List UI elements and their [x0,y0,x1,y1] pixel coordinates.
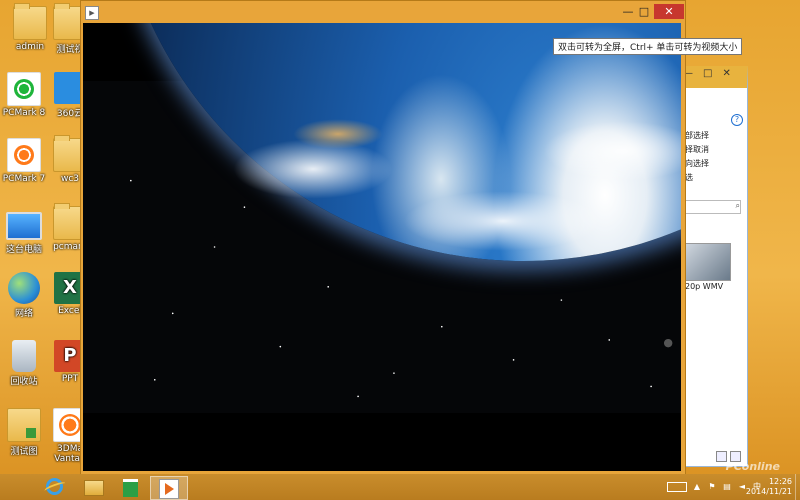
flag-icon[interactable]: ⚑ [707,482,717,492]
land-shape [293,119,383,149]
help-icon[interactable]: ? [731,114,743,126]
maximize-button[interactable]: □ [637,4,651,19]
upload-icon[interactable]: ▲ [692,482,702,492]
video-player-icon: ▶ [85,6,99,20]
keyboard-icon[interactable] [667,482,687,492]
clock-date: 2014/11/21 [745,487,792,496]
ribbon-select-all[interactable]: 部选择 [685,130,709,141]
file-explorer-icon [84,480,104,496]
video-frame: ● [83,23,681,413]
taskbar-internet-explorer[interactable] [36,476,72,498]
close-button[interactable]: ✕ [654,4,684,19]
taskbar-video-player[interactable] [150,476,188,500]
file-label[interactable]: 20p WMV [685,282,723,291]
explorer-close-button[interactable]: ✕ [722,68,730,79]
taskbar-file-explorer[interactable] [74,476,110,498]
video-player-window[interactable]: ▶ — □ ✕ ● [80,0,686,476]
cloud-shape [233,139,393,199]
show-desktop-button[interactable] [795,474,800,500]
cloud-shape [403,191,603,251]
apple-logo-icon: ● [663,336,673,349]
network-icon[interactable]: ▤ [722,482,732,492]
store-icon [123,479,138,497]
clock-time: 12:26 [768,477,792,486]
watermark: PConline [725,460,780,473]
video-player-icon [159,479,179,499]
taskbar: ▲ ⚑ ▤ ◄ 中 12:26 2014/11/21 [0,474,800,500]
computer-icon [6,212,42,240]
network-icon [8,272,40,304]
explorer-maximize-button[interactable]: □ [703,68,712,79]
pcmark7-icon [7,138,41,172]
pcmark8-icon [7,72,41,106]
folder-icon [7,408,41,442]
recycle-bin-icon [12,340,36,372]
ribbon-select-label: 选 [685,173,693,182]
ribbon-select-none[interactable]: 择取消 [685,144,709,155]
player-tooltip: 双击可转为全屏，Ctrl+ 单击可转为视频大小 [553,38,743,55]
taskbar-store[interactable] [112,476,148,498]
minimize-button[interactable]: — [621,4,635,19]
explorer-search-input[interactable]: ⌕ [683,200,741,214]
ribbon-invert-selection[interactable]: 向选择 [685,158,709,169]
video-area[interactable]: ● [83,23,681,471]
video-thumbnail[interactable] [685,243,731,281]
player-titlebar[interactable]: ▶ — □ ✕ [81,1,685,23]
search-icon: ⌕ [735,201,740,210]
clock[interactable]: 12:26 2014/11/21 [746,477,792,497]
explorer-title-buttons: — □ ✕ [683,68,731,79]
internet-explorer-icon [46,478,63,495]
